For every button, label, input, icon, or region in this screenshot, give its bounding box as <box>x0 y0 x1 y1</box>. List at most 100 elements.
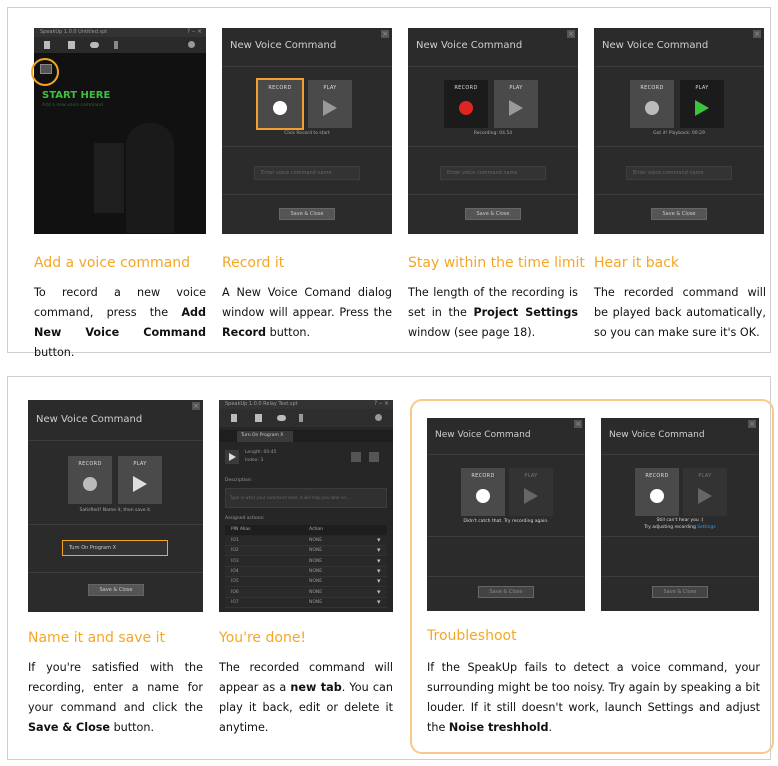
play-button[interactable]: PLAY <box>509 468 553 516</box>
status-text: Recording: 04.54 <box>473 131 513 136</box>
table-row[interactable]: IO5 NONE ▾ <box>225 577 387 588</box>
save-close-button[interactable]: Save & Close <box>279 208 335 220</box>
step-text: The length of the recording is set in th… <box>408 286 578 339</box>
step-heading: Stay within the time limit <box>408 255 585 271</box>
record-button[interactable]: RECORD <box>630 80 674 128</box>
action-cell[interactable]: NONE <box>309 569 322 574</box>
upload-icon[interactable] <box>114 41 118 49</box>
record-highlight <box>256 78 304 130</box>
status-text: Still can't hear you :( <box>656 518 704 523</box>
pin-cell: IO1 <box>231 538 239 543</box>
close-icon[interactable]: × <box>748 420 756 428</box>
command-name-input[interactable]: Enter voice command name <box>254 166 360 180</box>
settings-link[interactable]: Settings <box>697 525 715 530</box>
action-cell[interactable]: NONE <box>309 559 322 564</box>
step-text: The recorded command will appear as a ne… <box>219 661 393 734</box>
new-file-icon[interactable] <box>44 41 50 49</box>
play-small-button[interactable] <box>225 450 239 464</box>
dialog-name-screenshot: × New Voice Command RECORD PLAY Satisfie… <box>28 400 203 612</box>
status-hint: Try adjusting recording Settings <box>644 525 716 530</box>
play-button[interactable]: PLAY <box>680 80 724 128</box>
tab-command[interactable]: Turn On Program X <box>237 431 293 442</box>
dialog-title: New Voice Command <box>230 40 337 51</box>
troubleshoot-heading: Troubleshoot <box>427 628 517 644</box>
play-button[interactable]: PLAY <box>683 468 727 516</box>
dropdown-arrow-icon[interactable]: ▾ <box>377 588 381 596</box>
dialog-title: New Voice Command <box>602 40 709 51</box>
action-cell[interactable]: NONE <box>309 579 322 584</box>
step-heading: Hear it back <box>594 255 680 271</box>
save-close-button[interactable]: Save & Close <box>88 584 144 596</box>
dropdown-arrow-icon[interactable]: ▾ <box>377 536 381 544</box>
start-here-sublabel: Add a new voice command <box>42 103 103 108</box>
record-active-icon <box>459 101 473 115</box>
dialog-playback-screenshot: × New Voice Command RECORD PLAY Got it! … <box>594 28 764 234</box>
action-cell[interactable]: NONE <box>309 538 322 543</box>
dropdown-arrow-icon[interactable]: ▾ <box>377 546 381 554</box>
step-heading: Add a voice command <box>34 255 190 271</box>
dialog-title: New Voice Command <box>416 40 523 51</box>
play-button[interactable]: PLAY <box>308 80 352 128</box>
play-button[interactable]: PLAY <box>494 80 538 128</box>
description-input[interactable]: Type in what your command does. It will … <box>225 488 387 508</box>
record-button[interactable]: RECORD <box>444 80 488 128</box>
gear-icon[interactable] <box>375 414 382 421</box>
play-button[interactable]: PLAY <box>118 456 162 504</box>
dropdown-arrow-icon[interactable]: ▾ <box>377 557 381 565</box>
play-disabled-icon <box>524 488 538 504</box>
record-button[interactable]: RECORD <box>461 468 505 516</box>
action-cell[interactable]: NONE <box>309 600 322 605</box>
save-close-button[interactable]: Save & Close <box>652 586 708 598</box>
table-row[interactable]: IO4 NONE ▾ <box>225 566 387 577</box>
new-file-icon[interactable] <box>231 414 237 422</box>
index-label: Index: 3 <box>245 458 264 463</box>
troubleshoot-text: If the SpeakUp fails to detect a voice c… <box>427 661 760 734</box>
upload-icon[interactable] <box>299 414 303 422</box>
dropdown-arrow-icon[interactable]: ▾ <box>377 567 381 575</box>
dialog-title: New Voice Command <box>609 430 705 440</box>
command-name-input[interactable]: Enter voice command name <box>626 166 732 180</box>
save-close-button[interactable]: Save & Close <box>478 586 534 598</box>
cloud-icon[interactable] <box>277 415 286 421</box>
close-icon[interactable]: × <box>753 30 761 38</box>
step-text: To record a new voice command, press the… <box>34 286 206 359</box>
logo-watermark <box>94 123 174 233</box>
edit-icon[interactable] <box>351 452 361 462</box>
dropdown-arrow-icon[interactable]: ▾ <box>377 598 381 606</box>
window-controls[interactable]: ? – × <box>374 400 389 407</box>
close-icon[interactable]: × <box>192 402 200 410</box>
command-name-input[interactable]: Enter voice command name <box>440 166 546 180</box>
table-row[interactable]: IO1 NONE ▾ <box>225 536 387 546</box>
action-cell[interactable]: NONE <box>309 590 322 595</box>
table-row[interactable]: IO7 NONE ▾ <box>225 597 387 608</box>
record-button[interactable]: RECORD <box>68 456 112 504</box>
pin-cell: IO4 <box>231 568 239 574</box>
record-circle-icon <box>645 101 659 115</box>
delete-icon[interactable] <box>369 452 379 462</box>
save-close-button[interactable]: Save & Close <box>651 208 707 220</box>
close-icon[interactable]: × <box>567 30 575 38</box>
action-cell[interactable]: NONE <box>309 548 322 553</box>
command-name-input[interactable]: Turn On Program X <box>62 540 168 556</box>
close-icon[interactable]: × <box>574 420 582 428</box>
step-text: A New Voice Comand dialog window will ap… <box>222 286 392 339</box>
save-close-button[interactable]: Save & Close <box>465 208 521 220</box>
close-icon[interactable]: × <box>381 30 389 38</box>
window-controls[interactable]: ? – × <box>187 28 202 35</box>
dropdown-arrow-icon[interactable]: ▾ <box>377 577 381 585</box>
record-button[interactable]: RECORD <box>635 468 679 516</box>
highlight-circle <box>31 58 59 86</box>
troubleshoot-screenshot-1: × New Voice Command RECORD PLAY Didn't c… <box>427 418 585 611</box>
cloud-icon[interactable] <box>90 42 99 48</box>
gear-icon[interactable] <box>188 41 195 48</box>
save-icon[interactable] <box>255 414 262 422</box>
dialog-title: New Voice Command <box>36 414 143 425</box>
table-row[interactable]: IO2 NONE ▾ <box>225 546 387 557</box>
record-circle-icon <box>476 489 490 503</box>
assigned-actions-label: Assigned actions: <box>225 516 265 521</box>
save-icon[interactable] <box>68 41 75 49</box>
table-row[interactable]: IO3 NONE ▾ <box>225 556 387 567</box>
pin-cell: IO2 <box>231 548 239 554</box>
table-row[interactable]: IO6 NONE ▾ <box>225 587 387 598</box>
status-text: Got it! Playback: 00:29 <box>653 131 705 136</box>
